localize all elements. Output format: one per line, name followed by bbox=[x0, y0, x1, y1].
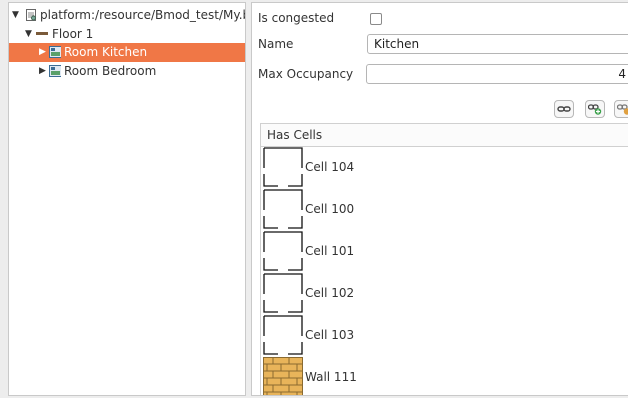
tree-item-room-bedroom[interactable]: ▶ Room Bedroom bbox=[9, 62, 245, 81]
cell-label: Wall 111 bbox=[305, 370, 357, 384]
name-field[interactable]: Kitchen bbox=[367, 34, 628, 54]
tree-item-floor[interactable]: ▼ Floor 1 bbox=[9, 25, 245, 44]
resource-file-icon bbox=[26, 9, 36, 21]
room-icon bbox=[49, 46, 61, 58]
cell-icon bbox=[263, 189, 303, 229]
properties-panel: Is congested Name Kitchen Max Occupancy … bbox=[251, 2, 628, 396]
cell-icon bbox=[263, 231, 303, 271]
tree-item-label: Room Bedroom bbox=[64, 64, 157, 78]
is-congested-label: Is congested bbox=[258, 11, 335, 25]
max-occupancy-field[interactable]: 4 bbox=[366, 64, 628, 84]
add-link-icon bbox=[588, 104, 602, 115]
remove-link-button[interactable] bbox=[614, 100, 628, 118]
cell-label: Cell 102 bbox=[305, 286, 355, 300]
cell-label: Cell 103 bbox=[305, 328, 355, 342]
cell-label: Cell 100 bbox=[305, 202, 355, 216]
tree-item-root[interactable]: ▼ platform:/resource/Bmod_test/My.bm bbox=[9, 6, 245, 25]
wall-icon bbox=[263, 357, 303, 395]
cell-icon bbox=[263, 147, 303, 187]
link-button[interactable] bbox=[554, 100, 574, 118]
model-tree: ▼ platform:/resource/Bmod_test/My.bm ▼ F… bbox=[8, 2, 246, 396]
expand-arrow-icon[interactable]: ▼ bbox=[25, 25, 32, 44]
link-icon bbox=[557, 106, 571, 112]
cell-label: Cell 104 bbox=[305, 160, 355, 174]
collapse-arrow-icon[interactable]: ▶ bbox=[39, 43, 46, 62]
list-item[interactable]: Cell 102 bbox=[261, 272, 628, 314]
cell-icon bbox=[263, 273, 303, 313]
cell-icon bbox=[263, 315, 303, 355]
room-icon bbox=[49, 65, 61, 77]
is-congested-checkbox[interactable] bbox=[370, 13, 382, 25]
tree-item-label: Room Kitchen bbox=[64, 45, 148, 59]
tree-item-room-kitchen[interactable]: ▶ Room Kitchen bbox=[9, 43, 245, 62]
list-item[interactable]: Cell 104 bbox=[261, 146, 628, 188]
add-link-button[interactable] bbox=[585, 100, 605, 118]
max-occupancy-label: Max Occupancy bbox=[258, 67, 354, 81]
collapse-arrow-icon[interactable]: ▶ bbox=[39, 62, 46, 81]
list-item[interactable]: Cell 101 bbox=[261, 230, 628, 272]
name-label: Name bbox=[258, 37, 294, 51]
expand-arrow-icon[interactable]: ▼ bbox=[12, 6, 19, 25]
list-item[interactable]: Cell 100 bbox=[261, 188, 628, 230]
has-cells-list: Cell 104 Cell 100 Cell 101 Cell 102 Cell… bbox=[260, 146, 628, 395]
tree-item-label: Floor 1 bbox=[52, 27, 94, 41]
list-item[interactable]: Cell 103 bbox=[261, 314, 628, 356]
list-item[interactable]: Wall 111 bbox=[261, 356, 628, 395]
has-cells-header: Has Cells bbox=[260, 123, 628, 147]
tree-item-label: platform:/resource/Bmod_test/My.bm bbox=[40, 8, 246, 22]
remove-link-icon bbox=[617, 104, 628, 115]
cell-label: Cell 101 bbox=[305, 244, 355, 258]
